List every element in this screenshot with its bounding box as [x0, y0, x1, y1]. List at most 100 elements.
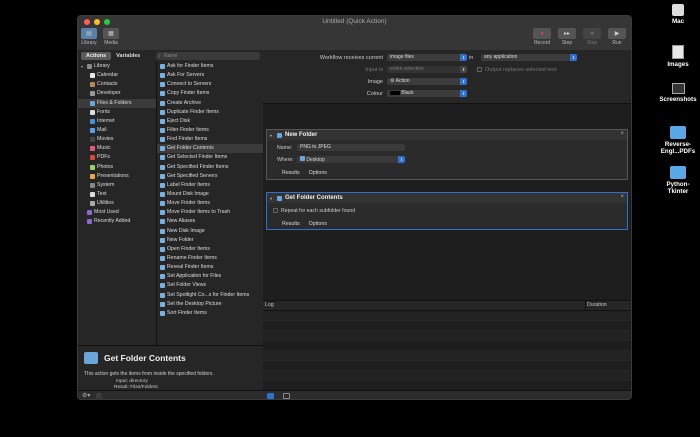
- action-new-folder[interactable]: ▾ New Folder × Name: PNG to JPEG Where: …: [266, 129, 628, 180]
- log-pane: Log Duration: [263, 300, 631, 391]
- toolbar-left: ▤ Library ▦ Media: [81, 28, 119, 46]
- receives-popup[interactable]: image files ⇕: [387, 54, 467, 61]
- gear-icon[interactable]: ⚙▾: [82, 392, 90, 399]
- stop-button[interactable]: ■ Stop: [582, 28, 602, 46]
- tab-actions[interactable]: Actions: [81, 52, 112, 60]
- folder-name-input[interactable]: PNG to JPEG: [297, 144, 405, 151]
- sidebar-item-fonts[interactable]: Fonts: [78, 108, 156, 117]
- close-icon[interactable]: ×: [620, 131, 624, 137]
- sidebar-item-library[interactable]: ▾ Library: [78, 62, 156, 71]
- library-button[interactable]: ▤ Library: [81, 28, 97, 46]
- list-item[interactable]: Sort Finder Items: [157, 309, 264, 318]
- list-item[interactable]: Get Specified Servers: [157, 172, 264, 181]
- list-item[interactable]: Move Finder Items to Trash: [157, 208, 264, 217]
- where-value: Desktop: [306, 157, 325, 163]
- application-popup[interactable]: any application ⇕: [481, 54, 577, 61]
- list-item[interactable]: Move Finder Items: [157, 199, 264, 208]
- output-replaces-checkbox[interactable]: [477, 67, 482, 72]
- colour-value: Black: [401, 90, 414, 96]
- list-item[interactable]: Get Selected Finder Items: [157, 153, 264, 162]
- desktop-item-mac[interactable]: Mac: [658, 4, 698, 25]
- media-button[interactable]: ▦ Media: [103, 28, 119, 46]
- tab-options[interactable]: Options: [309, 170, 327, 176]
- repeat-subfolder-checkbox[interactable]: [273, 208, 278, 213]
- list-item[interactable]: Get Specified Finder Items: [157, 163, 264, 172]
- category-label: Text: [97, 190, 107, 197]
- duration-column-header[interactable]: Duration: [587, 302, 607, 308]
- list-item[interactable]: Reveal Finder Items: [157, 263, 264, 272]
- record-button[interactable]: ● Record: [532, 28, 552, 46]
- list-item[interactable]: Ask For Servers: [157, 71, 264, 80]
- sidebar-item-text[interactable]: Text: [78, 190, 156, 199]
- list-item[interactable]: Set Folder Views: [157, 281, 264, 290]
- disclosure-triangle-icon[interactable]: ▾: [81, 62, 85, 71]
- sidebar-item-mail[interactable]: Mail: [78, 126, 156, 135]
- list-item[interactable]: Duplicate Finder Items: [157, 108, 264, 117]
- sidebar-item-photos[interactable]: Photos: [78, 163, 156, 172]
- list-view-icon[interactable]: [267, 393, 274, 399]
- list-item[interactable]: Mount Disk Image: [157, 190, 264, 199]
- library-search-input[interactable]: ⌕ Name: [156, 52, 260, 60]
- list-item[interactable]: Open Finder Items: [157, 245, 264, 254]
- category-label: Internet: [97, 117, 115, 124]
- tab-results[interactable]: Results: [282, 221, 300, 227]
- list-item[interactable]: Eject Disk: [157, 117, 264, 126]
- finder-icon: [160, 274, 165, 280]
- sidebar-item-most-used[interactable]: Most Used: [78, 208, 156, 217]
- info-icon[interactable]: ⓘ: [96, 392, 102, 399]
- where-popup[interactable]: Desktop ⇕: [297, 156, 405, 163]
- list-item[interactable]: Rename Finder Items: [157, 254, 264, 263]
- desktop-item-images[interactable]: Images: [658, 45, 698, 68]
- list-item[interactable]: Find Finder Items: [157, 135, 264, 144]
- sidebar-item-files-folders[interactable]: Files & Folders: [78, 98, 156, 108]
- list-item[interactable]: Connect to Servers: [157, 80, 264, 89]
- desktop-item-python-tkinter[interactable]: Python-Tkinter: [658, 166, 698, 195]
- column-divider: [585, 301, 586, 310]
- repeat-subfolder-label: Repeat for each subfolder found: [281, 208, 356, 214]
- desktop-item-screenshots[interactable]: Screenshots: [658, 83, 698, 103]
- list-item[interactable]: Create Archive: [157, 99, 264, 108]
- log-column-header[interactable]: Log: [265, 302, 274, 308]
- category-icon: [90, 164, 95, 170]
- category-icon: [90, 201, 95, 207]
- run-button[interactable]: ▶ Run: [607, 28, 627, 46]
- variables-view-icon[interactable]: [283, 393, 290, 399]
- desktop-item-reverse-engl-pdfs[interactable]: Reverse-Engl...PDFs: [658, 126, 698, 155]
- sidebar-item-utilities[interactable]: Utilities: [78, 199, 156, 208]
- sidebar-item-calendar[interactable]: Calendar: [78, 71, 156, 80]
- list-item[interactable]: Label Finder Items: [157, 181, 264, 190]
- list-item[interactable]: New Aliases: [157, 217, 264, 226]
- sidebar-item-presentations[interactable]: Presentations: [78, 172, 156, 181]
- sidebar-item-movies[interactable]: Movies: [78, 135, 156, 144]
- list-item[interactable]: Ask for Finder Items: [157, 62, 264, 71]
- list-item[interactable]: Set the Desktop Picture: [157, 300, 264, 309]
- disclosure-triangle-icon[interactable]: ▾: [270, 196, 274, 201]
- list-item[interactable]: Get Folder Contents: [157, 144, 264, 154]
- list-item[interactable]: Set Spotlight Co...s for Finder Items: [157, 291, 264, 300]
- category-label: Contacts: [97, 81, 118, 88]
- step-button[interactable]: ▸▸ Step: [557, 28, 577, 46]
- list-item[interactable]: New Disk Image: [157, 227, 264, 236]
- list-item[interactable]: Set Application for Files: [157, 272, 264, 281]
- tab-variables[interactable]: Variables: [111, 52, 145, 60]
- tab-results[interactable]: Results: [282, 170, 300, 176]
- sidebar-item-developer[interactable]: Developer: [78, 89, 156, 98]
- close-icon[interactable]: ×: [620, 194, 624, 200]
- tab-options[interactable]: Options: [309, 221, 327, 227]
- sidebar-item-music[interactable]: Music: [78, 144, 156, 153]
- list-item[interactable]: New Folder: [157, 236, 264, 245]
- stop-icon: ■: [583, 28, 601, 39]
- image-popup[interactable]: ⚙ Action ⇕: [387, 78, 467, 85]
- action-get-folder-contents[interactable]: ▾ Get Folder Contents × Repeat for each …: [266, 192, 628, 230]
- list-item[interactable]: Copy Finder Items: [157, 89, 264, 98]
- sidebar-item-system[interactable]: System: [78, 181, 156, 190]
- input-is-popup[interactable]: entire selection ⇕: [387, 66, 467, 73]
- sidebar-item-contacts[interactable]: Contacts: [78, 80, 156, 89]
- sidebar-item-recently-added[interactable]: Recently Added: [78, 217, 156, 226]
- colour-popup[interactable]: Black ⇕: [387, 90, 467, 97]
- sidebar-item-pdfs[interactable]: PDFs: [78, 153, 156, 162]
- disclosure-triangle-icon[interactable]: ▾: [270, 133, 274, 138]
- bottom-bar: ⚙▾ ⓘ: [78, 390, 631, 399]
- list-item[interactable]: Filter Finder Items: [157, 126, 264, 135]
- sidebar-item-internet[interactable]: Internet: [78, 117, 156, 126]
